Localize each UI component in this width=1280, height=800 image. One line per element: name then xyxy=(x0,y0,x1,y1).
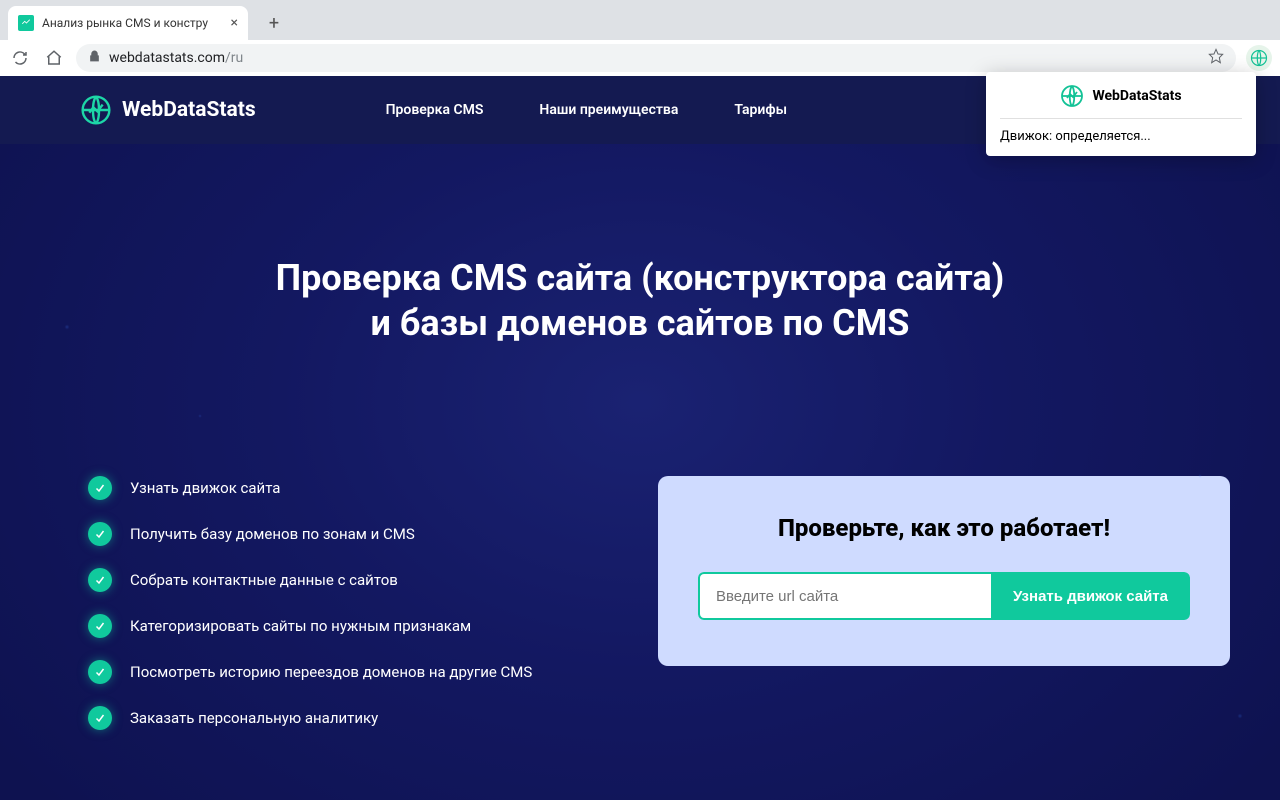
feature-item: Категоризировать сайты по нужным признак… xyxy=(88,614,618,638)
tab-bar: Анализ рынка CMS и констру × + xyxy=(0,0,1280,40)
feature-text: Узнать движок сайта xyxy=(130,479,280,497)
feature-item: Получить базу доменов по зонам и CMS xyxy=(88,522,618,546)
check-icon xyxy=(88,706,112,730)
home-button[interactable] xyxy=(42,46,66,70)
extension-popup-header: WebDataStats xyxy=(1000,84,1242,119)
bookmark-icon[interactable] xyxy=(1208,48,1224,68)
feature-item: Собрать контактные данные с сайтов xyxy=(88,568,618,592)
extension-popup: WebDataStats Движок: определяется... xyxy=(986,72,1256,156)
feature-text: Посмотреть историю переездов доменов на … xyxy=(130,663,532,681)
browser-tab[interactable]: Анализ рынка CMS и констру × xyxy=(8,6,248,40)
new-tab-button[interactable]: + xyxy=(260,9,288,37)
nav-advantages[interactable]: Наши преимущества xyxy=(539,102,678,118)
address-bar[interactable]: webdatastats.com/ru xyxy=(76,44,1236,72)
extension-popup-status: Движок: определяется... xyxy=(1000,129,1242,144)
check-icon xyxy=(88,660,112,684)
logo[interactable]: WebDataStats xyxy=(80,94,256,126)
feature-list: Узнать движок сайта Получить базу домено… xyxy=(88,476,618,752)
url-path: /ru xyxy=(225,50,243,66)
page-body: WebDataStats Проверка CMS Наши преимущес… xyxy=(0,76,1280,800)
features-row: Узнать движок сайта Получить базу домено… xyxy=(0,346,1280,752)
demo-heading: Проверьте, как это работает! xyxy=(698,514,1190,542)
check-icon xyxy=(88,476,112,500)
feature-text: Заказать персональную аналитику xyxy=(130,709,378,727)
brand-text: WebDataStats xyxy=(122,98,256,122)
hero: Проверка CMS сайта (конструктора сайта) … xyxy=(0,144,1280,346)
hero-title: Проверка CMS сайта (конструктора сайта) … xyxy=(0,256,1280,346)
url-domain: webdatastats.com xyxy=(109,50,225,66)
browser-chrome: Анализ рынка CMS и констру × + webdatast… xyxy=(0,0,1280,76)
feature-text: Получить базу доменов по зонам и CMS xyxy=(130,525,415,543)
url-input[interactable] xyxy=(698,572,991,620)
main-nav: Проверка CMS Наши преимущества Тарифы xyxy=(386,102,787,118)
tab-title: Анализ рынка CMS и констру xyxy=(42,16,223,30)
globe-icon xyxy=(1060,84,1084,108)
extension-icon[interactable] xyxy=(1246,45,1272,71)
hero-title-line1: Проверка CMS сайта (конструктора сайта) xyxy=(276,257,1005,299)
feature-item: Заказать персональную аналитику xyxy=(88,706,618,730)
reload-button[interactable] xyxy=(8,46,32,70)
favicon-icon xyxy=(18,15,34,31)
check-icon xyxy=(88,568,112,592)
demo-form: Узнать движок сайта xyxy=(698,572,1190,620)
check-engine-button[interactable]: Узнать движок сайта xyxy=(991,572,1190,620)
nav-cms-check[interactable]: Проверка CMS xyxy=(386,102,484,118)
extension-popup-title: WebDataStats xyxy=(1092,88,1181,104)
toolbar: webdatastats.com/ru xyxy=(0,40,1280,76)
hero-title-line2: и базы доменов сайтов по CMS xyxy=(371,302,910,344)
nav-pricing[interactable]: Тарифы xyxy=(734,102,787,118)
close-icon[interactable]: × xyxy=(231,15,238,31)
feature-item: Посмотреть историю переездов доменов на … xyxy=(88,660,618,684)
feature-text: Собрать контактные данные с сайтов xyxy=(130,571,398,589)
feature-text: Категоризировать сайты по нужным признак… xyxy=(130,617,471,635)
check-icon xyxy=(88,522,112,546)
feature-item: Узнать движок сайта xyxy=(88,476,618,500)
demo-card: Проверьте, как это работает! Узнать движ… xyxy=(658,476,1230,666)
check-icon xyxy=(88,614,112,638)
lock-icon xyxy=(88,50,101,67)
